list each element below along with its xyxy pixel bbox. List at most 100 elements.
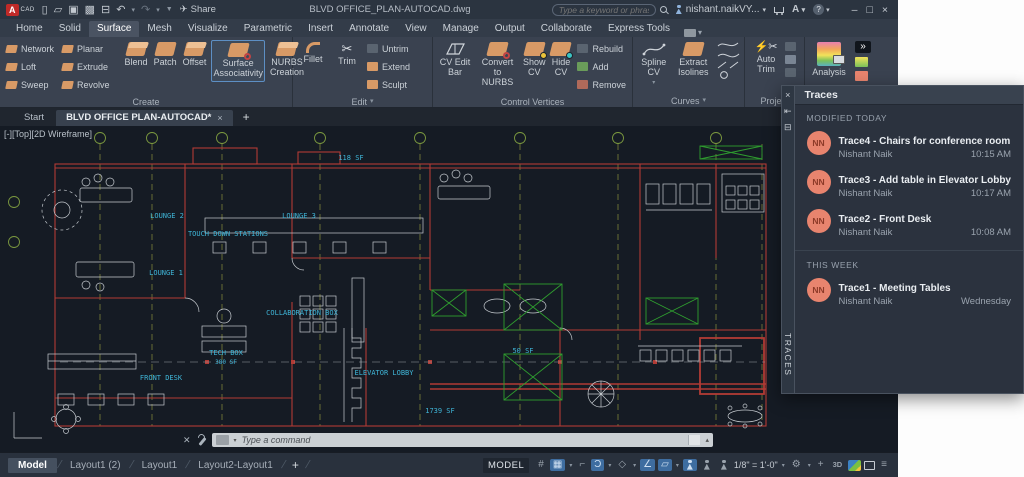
- convert-to-nurbs-button[interactable]: Convert to NURBS: [477, 40, 518, 90]
- trace-item[interactable]: NN Trace2 - Front Desk Nishant Naik 10:0…: [795, 204, 1023, 243]
- layout-tab-layout2-layout1[interactable]: Layout2-Layout1: [190, 458, 281, 473]
- undo-icon[interactable]: ↶: [116, 3, 125, 16]
- draft-analysis-icon[interactable]: [855, 71, 868, 81]
- plot-icon[interactable]: ⊟: [101, 3, 110, 16]
- tab-mesh[interactable]: Mesh: [139, 21, 179, 37]
- app-store-cart-icon[interactable]: [774, 7, 784, 13]
- surface-associativity-toggle[interactable]: Surface Associativity: [211, 40, 265, 82]
- extend-button[interactable]: Extend: [365, 58, 412, 75]
- workspace-dropdown-icon[interactable]: ▾: [807, 462, 812, 469]
- trim-button[interactable]: ✂ Trim: [333, 40, 361, 69]
- annotation-scale-value[interactable]: 1/8" = 1'-0": [734, 460, 778, 470]
- untrim-button[interactable]: Untrim: [365, 40, 412, 57]
- clean-screen-icon[interactable]: [864, 461, 875, 470]
- palette-autohide-icon[interactable]: ⇤: [784, 107, 792, 116]
- cv-edit-bar-button[interactable]: CV Edit Bar: [437, 40, 473, 80]
- autocad-logo[interactable]: A CAD: [6, 4, 35, 16]
- drawing-viewport[interactable]: [-][Top][2D Wireframe]: [0, 126, 898, 452]
- rebuild-button[interactable]: Rebuild: [575, 40, 628, 57]
- osnap-tracking-icon[interactable]: ∠: [640, 459, 655, 471]
- command-input[interactable]: Type a command: [242, 435, 311, 445]
- search-input[interactable]: [552, 4, 656, 16]
- command-customize-icon[interactable]: [196, 435, 207, 446]
- autodesk-a-icon[interactable]: A ▾: [792, 4, 805, 15]
- add-button[interactable]: Add: [575, 58, 628, 75]
- tab-output[interactable]: Output: [487, 21, 533, 37]
- qat-dropdown-icon[interactable]: ▼: [166, 6, 173, 13]
- new-document-tab-button[interactable]: +: [235, 110, 258, 126]
- model-space-toggle[interactable]: MODEL: [483, 458, 529, 473]
- new-file-icon[interactable]: ▯: [42, 3, 48, 16]
- loft-button[interactable]: Loft: [4, 58, 56, 75]
- layout-tab-model[interactable]: Model: [8, 458, 57, 473]
- layout-tab-layout1-2[interactable]: Layout1 (2): [62, 458, 129, 473]
- show-cv-button[interactable]: Show CV: [522, 40, 547, 80]
- start-tab[interactable]: Start: [14, 110, 54, 126]
- tab-solid[interactable]: Solid: [51, 21, 89, 37]
- osnap-dropdown-icon[interactable]: ▾: [675, 462, 680, 469]
- tab-visualize[interactable]: Visualize: [180, 21, 236, 37]
- object-snap-icon[interactable]: ▱: [658, 459, 672, 471]
- tab-manage[interactable]: Manage: [435, 21, 487, 37]
- search-icon[interactable]: [660, 6, 667, 13]
- redo-dropdown-icon[interactable]: ▾: [156, 6, 160, 14]
- trace-item[interactable]: NN Trace4 - Chairs for conference room N…: [795, 126, 1023, 165]
- command-close-icon[interactable]: ✕: [183, 435, 191, 446]
- blend-button[interactable]: Blend: [124, 40, 149, 70]
- tab-parametric[interactable]: Parametric: [236, 21, 300, 37]
- tab-express-tools[interactable]: Express Tools: [600, 21, 678, 37]
- annotation-autoscale-icon[interactable]: [700, 459, 714, 471]
- osnap-3d-icon[interactable]: 3D: [830, 460, 846, 470]
- command-input-bar[interactable]: ▾ Type a command ▴: [212, 433, 713, 447]
- close-button[interactable]: ×: [882, 4, 888, 16]
- grid-icon[interactable]: #: [535, 459, 547, 471]
- layout-tab-layout1[interactable]: Layout1: [134, 458, 186, 473]
- polar-tracking-icon[interactable]: Ɔ: [591, 459, 604, 471]
- spline-cv-button[interactable]: Spline CV▾: [637, 40, 671, 88]
- planar-button[interactable]: Planar: [60, 40, 112, 57]
- curves-panel-label[interactable]: Curves: [671, 95, 700, 107]
- account-menu[interactable]: nishant.naikVY... ▾: [675, 4, 766, 15]
- trace-item[interactable]: NN Trace1 - Meeting Tables Nishant Naik …: [795, 273, 1023, 312]
- network-button[interactable]: Network: [4, 40, 56, 57]
- iso-dropdown-icon[interactable]: ▾: [632, 462, 637, 469]
- offset-button[interactable]: Offset: [182, 40, 208, 70]
- control-vertices-panel-label[interactable]: Control Vertices: [501, 96, 565, 108]
- help-menu[interactable]: ? ▾: [813, 4, 830, 15]
- command-recent-icon[interactable]: [216, 435, 229, 445]
- trace-item[interactable]: NN Trace3 - Add table in Elevator Lobby …: [795, 165, 1023, 204]
- viewport-controls[interactable]: [-][Top][2D Wireframe]: [4, 129, 92, 139]
- ribbon-display-toggle[interactable]: ▾: [684, 28, 702, 37]
- ortho-mode-icon[interactable]: ⌐: [576, 459, 588, 471]
- isometric-drafting-icon[interactable]: ◇: [615, 459, 629, 471]
- command-scrollbar[interactable]: [688, 435, 700, 445]
- annotation-visibility-icon[interactable]: [683, 459, 697, 471]
- polar-dropdown-icon[interactable]: ▾: [607, 462, 612, 469]
- save-as-icon[interactable]: ▩: [85, 3, 95, 16]
- minimize-button[interactable]: –: [852, 4, 858, 16]
- maximize-button[interactable]: □: [867, 4, 873, 16]
- document-tab-close-icon[interactable]: ×: [217, 113, 222, 123]
- hide-cv-button[interactable]: Hide CV: [550, 40, 571, 80]
- curve-tools-icons[interactable]: [716, 40, 740, 80]
- fillet-button[interactable]: Fillet: [297, 40, 329, 67]
- plus-icon[interactable]: +: [815, 459, 827, 471]
- patch-button[interactable]: Patch: [153, 40, 178, 70]
- tab-home[interactable]: Home: [8, 21, 51, 37]
- revolve-button[interactable]: Revolve: [60, 76, 112, 93]
- sculpt-button[interactable]: Sculpt: [365, 76, 412, 93]
- share-button[interactable]: ✈ Share: [180, 4, 216, 15]
- analysis-options-button[interactable]: Analysis: [809, 40, 849, 80]
- tab-view[interactable]: View: [397, 21, 435, 37]
- new-layout-button[interactable]: +: [286, 458, 305, 472]
- extrude-button[interactable]: Extrude: [60, 58, 112, 75]
- palette-close-icon[interactable]: ×: [785, 91, 790, 100]
- create-panel-label[interactable]: Create: [132, 96, 159, 108]
- auto-trim-button[interactable]: ⚡✂ Auto Trim: [749, 40, 783, 77]
- save-icon[interactable]: ▣: [68, 3, 78, 16]
- snap-dropdown-icon[interactable]: ▾: [568, 462, 573, 469]
- tab-surface[interactable]: Surface: [89, 21, 139, 37]
- project-view-icon[interactable]: [785, 55, 796, 64]
- tab-annotate[interactable]: Annotate: [341, 21, 397, 37]
- project-geometry-icon[interactable]: [785, 42, 796, 51]
